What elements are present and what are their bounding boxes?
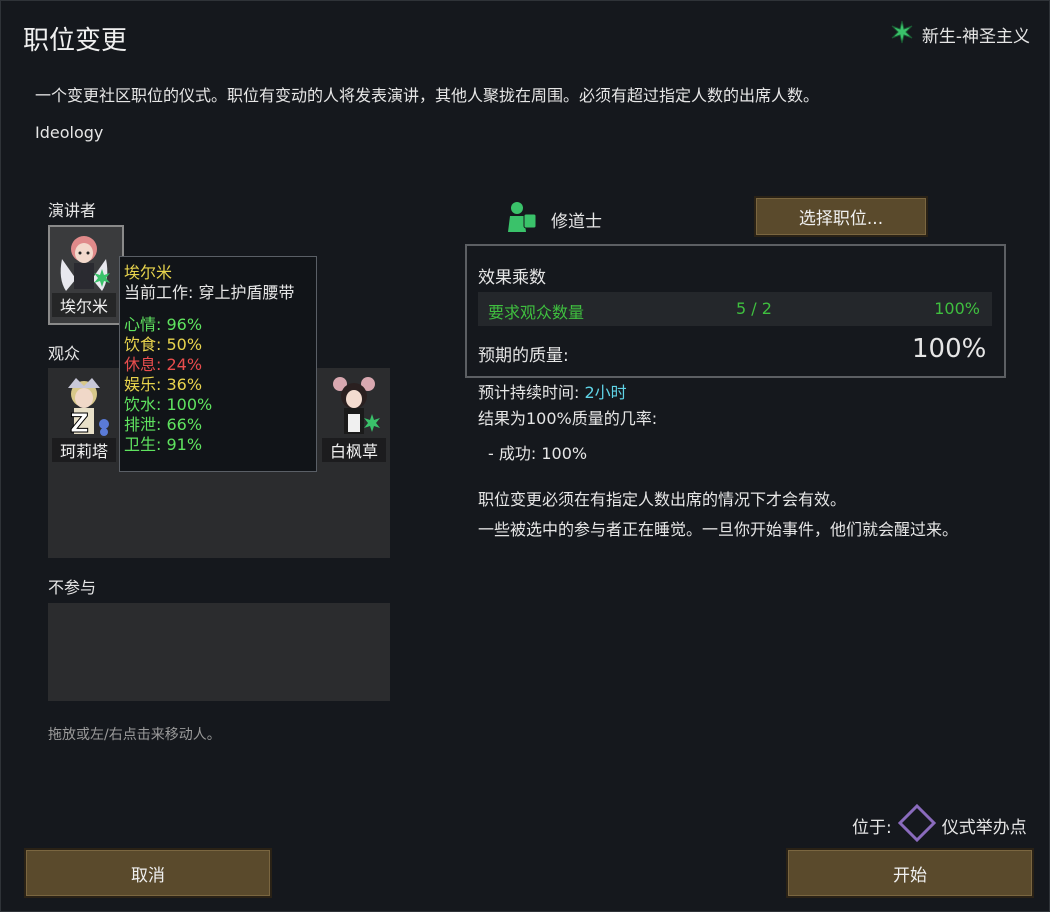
chance-label: 结果为100%质量的几率: [478,409,658,428]
not-participating-label: 不参与 [48,578,97,597]
tooltip-stat-joy: 娱乐: 36% [124,375,203,394]
duration-line: 预计持续时间: 2小时 [478,379,627,403]
ideoligion-icon [890,20,914,49]
success-chance: - 成功: 100% [488,444,588,463]
quality-header: 效果乘数 [478,268,546,288]
role-name: 修道士 [551,212,602,232]
sleeping-note: 一些被选中的参与者正在睡觉。一旦你开始事件，他们就会醒过来。 [478,520,959,539]
tooltip-current-job: 当前工作: 穿上护盾腰带 [124,283,295,302]
select-role-button[interactable]: 选择职位... [754,196,928,237]
svg-text:Z: Z [70,409,89,438]
pawn-portrait-audience-2[interactable]: 白枫草 [322,372,386,464]
requirement-pct: 100% [934,299,980,318]
pawn-name: 白枫草 [322,438,386,462]
not-participating-panel[interactable] [48,603,390,701]
expected-quality-value: 100% [912,334,987,364]
attendance-note: 职位变更必须在有指定人数出席的情况下才会有效。 [478,490,847,509]
location-spot: 仪式举办点 [941,818,1027,838]
requirement-label: 要求观众数量 [488,303,585,322]
tooltip-stat-thirst: 饮水: 100% [124,395,213,414]
ritual-description: 一个变更社区职位的仪式。职位有变动的人将发表演讲，其他人聚拢在周围。必须有超过指… [35,86,820,105]
ritual-spot-icon [897,803,936,847]
pawn-portrait-speaker[interactable]: 埃尔米 [52,227,116,319]
pawn-tooltip: 埃尔米 当前工作: 穿上护盾腰带 心情: 96% 饮食: 50% 休息: 24%… [119,256,317,472]
tooltip-stat-bladder: 排泄: 66% [124,415,203,434]
ritual-category: Ideology [35,123,104,142]
pawn-avatar: Z [56,374,112,438]
pawn-portrait-audience-1[interactable]: Z 珂莉塔 [52,372,116,464]
location-label: 位于: [852,818,892,838]
ideoligion-indicator[interactable]: 新生-神圣主义 [890,20,1030,49]
dialog-title: 职位变更 [23,26,128,56]
duration-value: 2小时 [584,383,627,402]
duration-label: 预计持续时间: [478,383,580,402]
ritual-location[interactable]: 位于: 仪式举办点 [852,803,1027,847]
pawn-avatar [326,374,382,438]
pawn-name: 珂莉塔 [52,438,116,462]
cancel-button[interactable]: 取消 [24,848,272,898]
expected-quality-label: 预期的质量: [478,346,569,366]
audience-label: 观众 [48,344,81,363]
speaker-slot[interactable]: 埃尔米 [48,225,124,325]
tooltip-stat-food: 饮食: 50% [124,335,203,354]
speaker-label: 演讲者 [48,201,97,220]
pawn-avatar [56,229,112,293]
role-icon [506,200,538,238]
tooltip-stat-hygiene: 卫生: 91% [124,435,203,454]
requirement-count: 5 / 2 [736,299,772,318]
pawn-name: 埃尔米 [52,293,116,317]
tooltip-stat-mood: 心情: 96% [124,315,203,334]
drag-hint: 拖放或左/右点击来移动人。 [48,727,221,743]
tooltip-stat-rest: 休息: 24% [124,355,203,374]
ideoligion-name: 新生-神圣主义 [921,27,1030,47]
start-button[interactable]: 开始 [786,848,1034,898]
requirement-row: 要求观众数量 5 / 2 100% [478,292,992,326]
tooltip-pawn-name: 埃尔米 [124,263,173,282]
